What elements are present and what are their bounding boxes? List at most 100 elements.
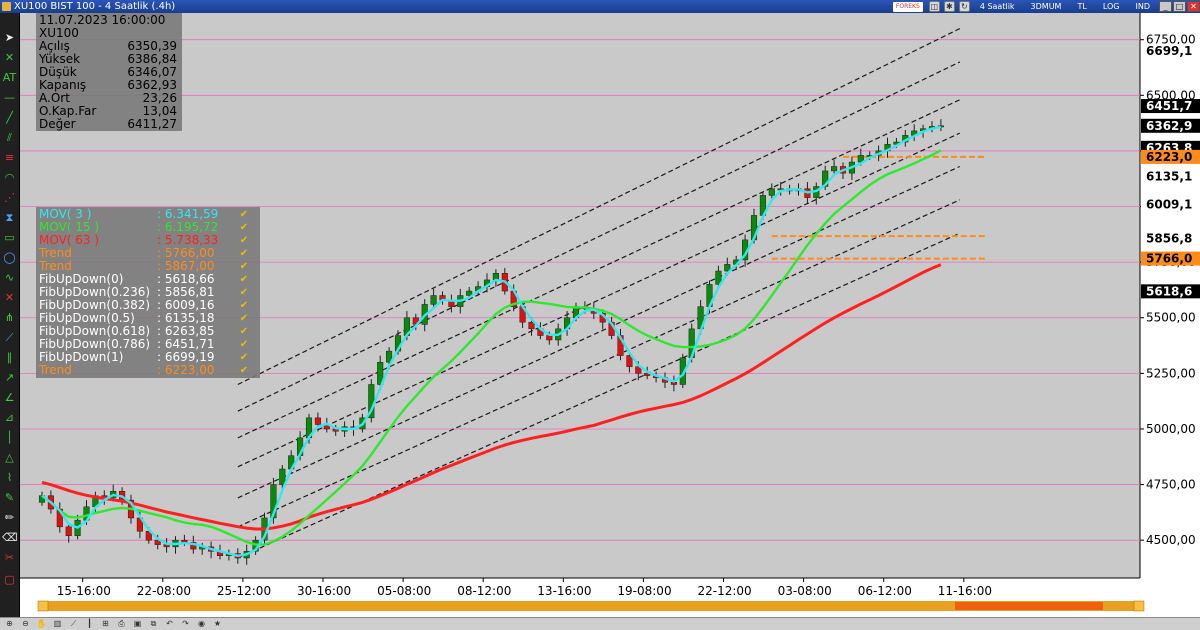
legend-row[interactable]: MOV( 3 ): 6.341,59 ✔ — [39, 208, 257, 221]
log-button[interactable]: LOG — [1095, 0, 1128, 13]
horizontal-line-icon[interactable]: — — [2, 91, 17, 104]
parallel-lines-icon[interactable]: ∥ — [2, 351, 17, 364]
candle-body — [546, 335, 553, 341]
currency-button[interactable]: TL — [1069, 0, 1094, 13]
legend-check-icon[interactable]: ✔ — [237, 286, 251, 299]
legend-check-icon[interactable]: ✔ — [237, 351, 251, 364]
info-value: 6411,27 — [127, 117, 177, 131]
camera-icon[interactable]: ◉ — [196, 619, 207, 629]
measure-tool-icon[interactable]: ⊿ — [2, 411, 17, 424]
legend-row[interactable]: FibUpDown(0.382): 6009,16 ✔ — [39, 299, 257, 312]
candle-body — [314, 417, 321, 425]
legend-row[interactable]: FibUpDown(0.786): 6451,71 ✔ — [39, 338, 257, 351]
ellipse-tool-icon[interactable]: ◯ — [2, 251, 17, 264]
triangle-tool-icon[interactable]: △ — [2, 451, 17, 464]
legend-row[interactable]: FibUpDown(0.618): 6263,85 ✔ — [39, 325, 257, 338]
legend-check-icon[interactable]: ✔ — [237, 273, 251, 286]
scrollbar-thumb — [955, 602, 1103, 610]
legend-row[interactable]: Trend: 5766,00 ✔ — [39, 247, 257, 260]
value-label: 6451,7 — [1146, 99, 1192, 113]
arrow-tool-icon[interactable]: ↗ — [2, 371, 17, 384]
hand-icon[interactable]: ✋ — [36, 619, 47, 629]
info-label: Değer — [39, 117, 76, 131]
x-tick-label: 19-08:00 — [617, 584, 671, 598]
legend-name: FibUpDown(0.786) — [39, 338, 151, 351]
legend-check-icon[interactable]: ✔ — [237, 247, 251, 260]
trend-line-icon[interactable]: ╱ — [2, 111, 17, 124]
eraser-tool-icon[interactable]: ⌫ — [2, 531, 18, 544]
legend-name: FibUpDown(0.382) — [39, 299, 151, 312]
drawing-toolbar: ➤ ✕ AT — ╱ ⫽ ≡ ◠ ⋰ ⧗ ▭ ◯ ∿ ✕ ⋔ ⟋ ∥ ↗ ∠ ⊿… — [0, 13, 20, 617]
angle-tool-icon[interactable]: ∠ — [2, 391, 17, 404]
legend-row[interactable]: FibUpDown(1): 6699,19 ✔ — [39, 351, 257, 364]
cycle-tool-icon[interactable]: ∿ — [2, 271, 17, 284]
delete-tool-icon[interactable]: ✂ — [2, 551, 17, 564]
text-tool-icon[interactable]: AT — [2, 71, 17, 84]
3dmum-button[interactable]: 3DMUM — [1023, 0, 1070, 13]
grid-icon[interactable]: ⊞ — [100, 619, 111, 629]
candle-icon[interactable]: ┃ — [84, 619, 95, 629]
legend-check-icon[interactable]: ✔ — [237, 338, 251, 351]
rectangle-tool-icon[interactable]: ▭ — [2, 231, 17, 244]
fibonacci-tool-icon[interactable]: ≡ — [2, 151, 17, 164]
legend-check-icon[interactable]: ✔ — [237, 221, 251, 234]
brush-tool-icon[interactable]: ✎ — [2, 491, 17, 504]
legend-row[interactable]: Trend: 5867,00 ✔ — [39, 260, 257, 273]
zoom-in-icon[interactable]: ⊕ — [4, 619, 15, 629]
speed-lines-icon[interactable]: ⟋ — [2, 331, 17, 344]
refresh-icon[interactable]: ↻ — [958, 1, 970, 12]
value-label: 5766,0 — [1146, 252, 1192, 266]
crosshair-tool-icon[interactable]: ✕ — [2, 51, 17, 64]
settings-icon[interactable]: ✱ — [943, 1, 955, 12]
legend-check-icon[interactable]: ✔ — [237, 325, 251, 338]
cursor-tool-icon[interactable]: ➤ — [2, 31, 17, 44]
legend-name: MOV( 63 ) — [39, 234, 100, 247]
candle-body — [279, 468, 286, 485]
legend-check-icon[interactable]: ✔ — [237, 208, 251, 221]
undo-icon[interactable]: ↶ — [164, 619, 175, 629]
copy-icon[interactable]: ⧉ — [148, 619, 159, 629]
regression-tool-icon[interactable]: ⧗ — [2, 211, 17, 224]
legend-check-icon[interactable]: ✔ — [237, 364, 251, 377]
save-icon[interactable]: ▣ — [132, 619, 143, 629]
legend-check-icon[interactable]: ✔ — [237, 260, 251, 273]
legend-name: FibUpDown(0.5) — [39, 312, 135, 325]
indicator-button[interactable]: IND — [1127, 0, 1158, 13]
legend-check-icon[interactable]: ✔ — [237, 312, 251, 325]
channel-tool-icon[interactable]: ⫽ — [2, 131, 17, 144]
maximize-icon[interactable]: □ — [1173, 1, 1186, 12]
app-icon — [2, 2, 11, 11]
x-tick-label: 13-16:00 — [537, 584, 591, 598]
legend-row[interactable]: MOV( 63 ): 5.738,33 ✔ — [39, 234, 257, 247]
value-label: 6699,1 — [1146, 44, 1192, 58]
scroll-left-icon — [37, 600, 49, 612]
window-title: XU100 BIST 100 - 4 Saatlik (.4h) — [14, 1, 176, 12]
zoom-out-icon[interactable]: ⊖ — [20, 619, 31, 629]
candle-body — [831, 166, 838, 172]
close-icon[interactable]: ✕ — [1187, 1, 1200, 12]
legend-row[interactable]: Trend: 6223,00 ✔ — [39, 364, 257, 377]
legend-row[interactable]: FibUpDown(0): 5618,66 ✔ — [39, 273, 257, 286]
legend-check-icon[interactable]: ✔ — [237, 234, 251, 247]
vertical-line-icon[interactable]: │ — [2, 431, 17, 444]
legend-row[interactable]: MOV( 15 ): 6.195,72 ✔ — [39, 221, 257, 234]
compare-icon[interactable]: ◫ — [928, 1, 940, 12]
line-chart-icon[interactable]: ⟋ — [68, 619, 79, 629]
fan-tool-icon[interactable]: ⋰ — [2, 191, 17, 204]
pitchfork-tool-icon[interactable]: ⋔ — [2, 311, 17, 324]
legend-row[interactable]: FibUpDown(0.236): 5856,81 ✔ — [39, 286, 257, 299]
star-icon[interactable]: ★ — [212, 619, 223, 629]
bar-chart-icon[interactable]: ▥ — [52, 619, 63, 629]
print-icon[interactable]: ⎙ — [116, 619, 127, 629]
arc-tool-icon[interactable]: ◠ — [2, 171, 17, 184]
gann-tool-icon[interactable]: ✕ — [2, 291, 17, 304]
lock-tool-icon[interactable]: ▢ — [2, 573, 17, 586]
legend-check-icon[interactable]: ✔ — [237, 299, 251, 312]
zigzag-tool-icon[interactable]: ⌇ — [2, 471, 17, 484]
redo-icon[interactable]: ↷ — [180, 619, 191, 629]
pencil-tool-icon[interactable]: ✏ — [2, 511, 17, 524]
legend-name: FibUpDown(0.236) — [39, 286, 151, 299]
legend-row[interactable]: FibUpDown(0.5): 6135,18 ✔ — [39, 312, 257, 325]
period-button[interactable]: 4 Saatlik — [972, 0, 1023, 13]
minimize-icon[interactable]: _ — [1159, 1, 1172, 12]
